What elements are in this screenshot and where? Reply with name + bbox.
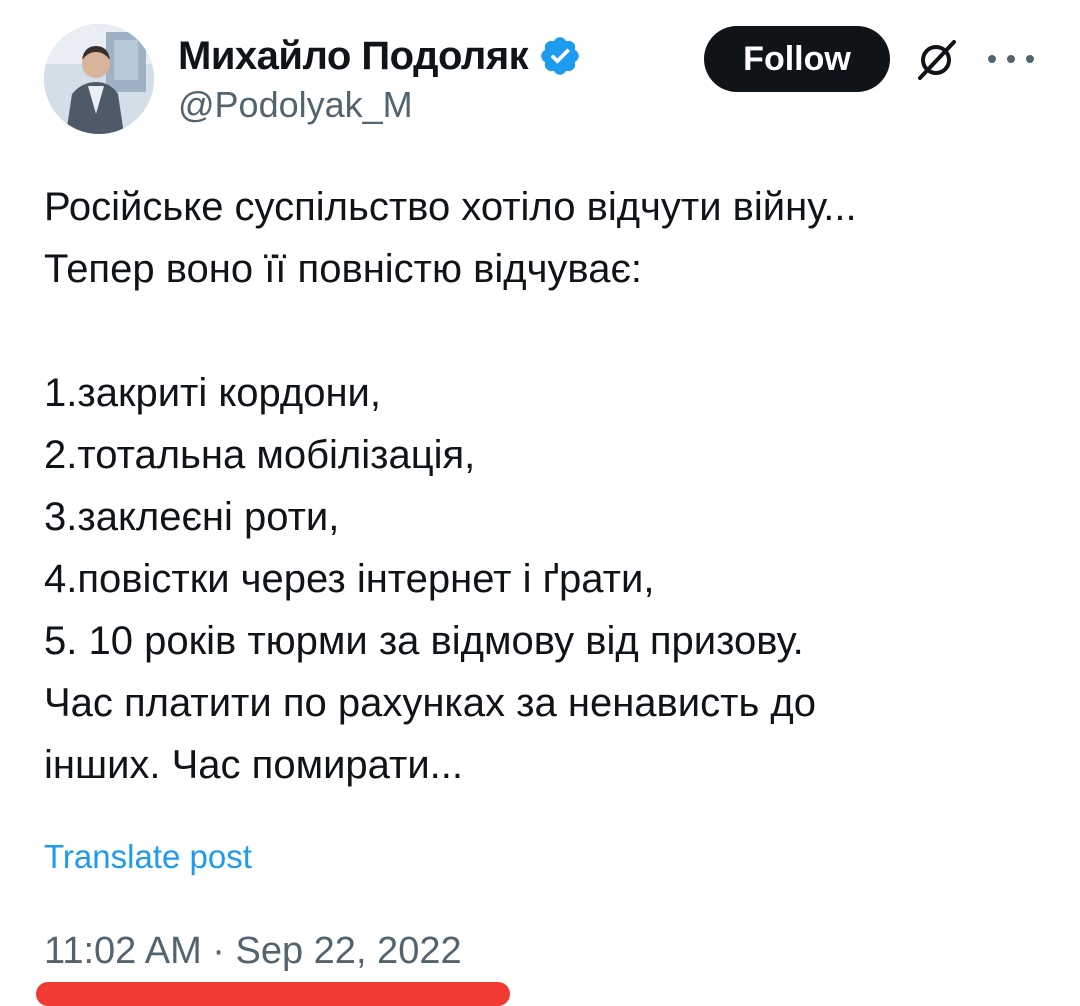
more-options-icon[interactable] <box>988 46 1034 72</box>
tweet-header: Михайло Подоляк @Podolyak_M Follow <box>0 0 1080 150</box>
tweet-line: Російське суспільство хотіло відчути вій… <box>44 185 857 229</box>
tweet-line: інших. Час помирати... <box>44 743 464 787</box>
avatar-image <box>44 24 154 134</box>
follow-button[interactable]: Follow <box>704 26 890 92</box>
tweet-line: Час платити по рахунках за ненависть до <box>44 681 816 725</box>
verified-badge-icon <box>541 37 579 75</box>
more-dot <box>1026 55 1034 63</box>
author-display-name[interactable]: Михайло Подоляк <box>178 34 529 79</box>
author-handle[interactable]: @Podolyak_M <box>178 84 413 126</box>
tweet-line: Тепер воно її повністю відчуває: <box>44 247 642 291</box>
translate-post-link[interactable]: Translate post <box>44 838 252 876</box>
grok-icon[interactable] <box>912 36 960 84</box>
tweet-text: Російське суспільство хотіло відчути вій… <box>44 176 1054 796</box>
author-name-row[interactable]: Михайло Подоляк <box>178 30 582 82</box>
tweet-line: 1.закриті кордони, <box>44 371 382 415</box>
more-dot <box>988 55 996 63</box>
tweet-line: 3.заклеєні роти, <box>44 495 340 539</box>
tweet-line: 4.повістки через інтернет і ґрати, <box>44 557 655 601</box>
avatar[interactable] <box>44 24 154 134</box>
red-highlight-underline <box>36 982 510 1006</box>
tweet-line: 5. 10 років тюрми за відмову від призову… <box>44 619 804 663</box>
more-dot <box>1007 55 1015 63</box>
tweet-timestamp[interactable]: 11:02 AM · Sep 22, 2022 <box>44 930 462 973</box>
tweet-line: 2.тотальна мобілізація, <box>44 433 476 477</box>
